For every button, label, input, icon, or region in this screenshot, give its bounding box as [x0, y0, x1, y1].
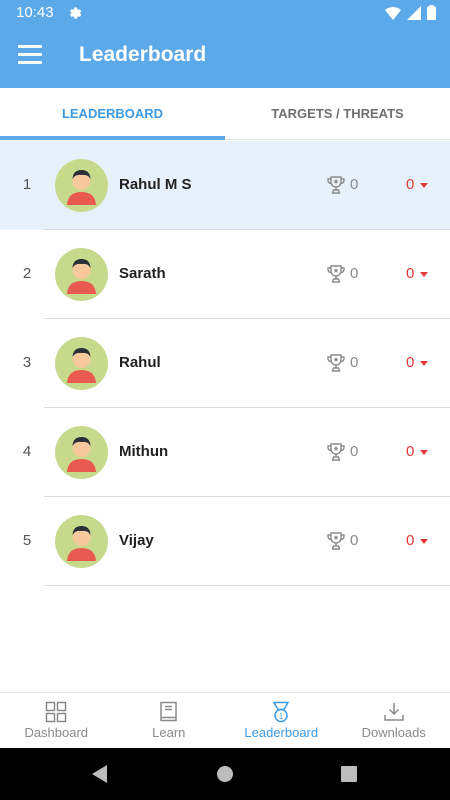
tab-leaderboard[interactable]: LEADERBOARD [0, 88, 225, 140]
rank-change: 0 [406, 532, 415, 549]
trophy-points: 0 [350, 354, 359, 371]
rank-change: 0 [406, 354, 415, 371]
back-icon[interactable] [90, 764, 108, 789]
caret-down-icon [420, 361, 428, 366]
avatar [55, 337, 108, 390]
leaderboard-row[interactable]: 1 Rahul M S 0 0 [0, 141, 450, 230]
caret-down-icon [420, 272, 428, 277]
avatar [55, 159, 108, 212]
trophy-points: 0 [350, 265, 359, 282]
avatar [55, 515, 108, 568]
bottom-navigation: Dashboard Learn 1 Leaderboard Downloads [0, 692, 450, 748]
system-navigation-bar [0, 748, 450, 800]
rank-number: 2 [22, 265, 32, 282]
tab-targets-threats[interactable]: TARGETS / THREATS [225, 88, 450, 140]
avatar [55, 426, 108, 479]
signal-icon [407, 5, 421, 24]
trophy-icon [326, 264, 346, 284]
rank-change: 0 [406, 176, 415, 193]
avatar [55, 248, 108, 301]
settings-gear-icon [66, 4, 82, 24]
leaderboard-list: 1 Rahul M S 0 0 2 Sarath 0 0 3 Rahul 0 0… [0, 141, 450, 586]
player-name: Sarath [119, 265, 166, 282]
nav-leaderboard[interactable]: 1 Leaderboard [225, 693, 338, 749]
home-icon[interactable] [216, 764, 234, 789]
trophy-points: 0 [350, 443, 359, 460]
nav-dashboard[interactable]: Dashboard [0, 693, 113, 749]
trophy-points: 0 [350, 176, 359, 193]
wifi-icon [385, 6, 401, 24]
medal-icon: 1 [272, 701, 290, 723]
caret-down-icon [420, 183, 428, 188]
leaderboard-row[interactable]: 3 Rahul 0 0 [0, 319, 450, 408]
svg-text:1: 1 [279, 712, 284, 721]
dashboard-icon [46, 701, 67, 723]
trophy-icon [326, 175, 346, 195]
nav-label: Dashboard [24, 725, 89, 740]
nav-learn[interactable]: Learn [113, 693, 226, 749]
hamburger-menu-icon[interactable] [18, 45, 42, 69]
leaderboard-row[interactable]: 4 Mithun 0 0 [0, 408, 450, 497]
status-time: 10:43 [16, 4, 54, 21]
status-bar: 10:43 [0, 0, 450, 26]
caret-down-icon [420, 450, 428, 455]
active-tab-indicator [0, 136, 225, 140]
player-name: Rahul M S [119, 176, 192, 193]
nav-downloads[interactable]: Downloads [338, 693, 450, 749]
nav-label: Learn [152, 725, 186, 740]
battery-icon [427, 5, 436, 24]
trophy-icon [326, 531, 346, 551]
nav-label: Leaderboard [244, 725, 319, 740]
player-name: Mithun [119, 443, 169, 460]
player-name: Vijay [119, 532, 154, 549]
rank-number: 4 [22, 443, 32, 460]
leaderboard-row[interactable]: 2 Sarath 0 0 [0, 230, 450, 319]
caret-down-icon [420, 539, 428, 544]
trophy-icon [326, 442, 346, 462]
rank-number: 3 [22, 354, 32, 371]
player-name: Rahul [119, 354, 161, 371]
trophy-points: 0 [350, 532, 359, 549]
book-icon [160, 701, 177, 722]
trophy-icon [326, 353, 346, 373]
nav-label: Downloads [361, 725, 426, 740]
page-title: Leaderboard [79, 43, 207, 66]
rank-change: 0 [406, 265, 415, 282]
rank-number: 5 [22, 532, 32, 549]
leaderboard-row[interactable]: 5 Vijay 0 0 [0, 497, 450, 586]
tab-bar: LEADERBOARD TARGETS / THREATS [0, 88, 450, 140]
app-bar: Leaderboard [0, 26, 450, 88]
recents-icon[interactable] [340, 764, 358, 789]
rank-number: 1 [22, 176, 32, 193]
rank-change: 0 [406, 443, 415, 460]
download-icon [384, 703, 404, 721]
row-divider [44, 585, 450, 586]
